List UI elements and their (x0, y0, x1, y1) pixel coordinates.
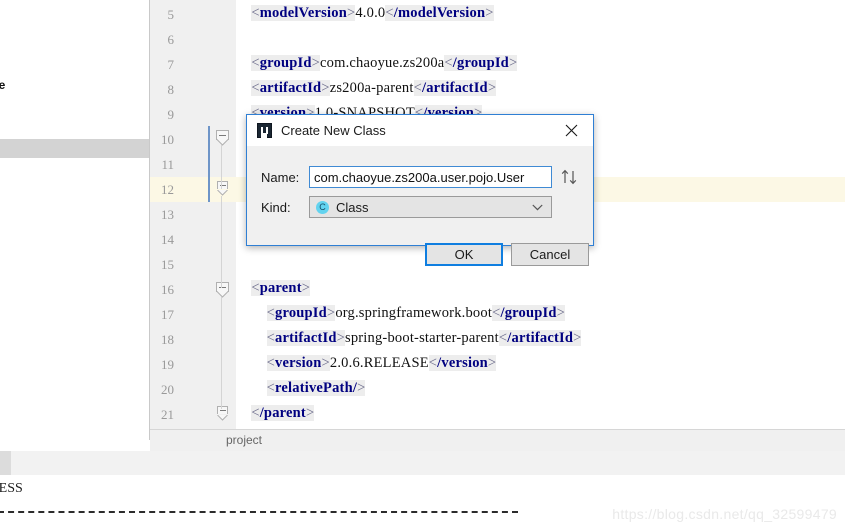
kind-label: Kind: (261, 200, 291, 215)
code-line[interactable]: <parent> (236, 280, 311, 297)
class-name-input[interactable] (309, 166, 552, 188)
watermark-url: https://blog.csdn.net/qq_32599479 (612, 506, 837, 522)
gutter-line-number: 13 (161, 207, 174, 222)
fold-marker-line-16[interactable] (216, 282, 229, 298)
vcs-change-marker[interactable] (208, 126, 210, 202)
project-tool-window[interactable]: ce (0, 0, 150, 440)
gutter-line-number: 8 (167, 82, 175, 97)
code-line[interactable]: <groupId>org.springframework.boot</group… (236, 305, 565, 322)
class-icon: C (316, 200, 329, 214)
ok-button[interactable]: OK (425, 243, 503, 266)
tool-window-strip (0, 451, 845, 475)
fold-marker-line-21[interactable] (217, 406, 228, 421)
cancel-button[interactable]: Cancel (511, 243, 589, 266)
fold-region-line-10 (221, 145, 222, 189)
code-line[interactable]: <version>2.0.6.RELEASE</version> (236, 355, 497, 372)
code-line[interactable]: <artifactId>spring-boot-starter-parent</… (236, 330, 582, 347)
gutter-line-number: 21 (161, 407, 174, 422)
fold-region-line-16 (221, 297, 222, 409)
fold-marker-line-10[interactable] (216, 130, 229, 146)
gutter-line-number: 16 (161, 282, 174, 297)
gutter-line-number: 11 (161, 157, 174, 172)
code-line[interactable]: <artifactId>zs200a-parent</artifactId> (236, 80, 497, 97)
code-line[interactable]: </parent> (236, 405, 315, 422)
project-tree-selected-row[interactable] (0, 139, 149, 158)
kind-field-label-row: Kind: (261, 200, 291, 215)
gutter-line-number: 15 (161, 257, 174, 272)
gutter-line-number: 14 (161, 232, 174, 247)
project-tree-clipped-label: ce (0, 78, 5, 92)
kind-selected-value: Class (336, 199, 369, 215)
create-new-class-dialog[interactable]: Create New Class Name: Kind: (246, 114, 594, 266)
code-line[interactable]: <relativePath/> (236, 380, 366, 397)
dialog-body: Name: Kind: C Class OK (247, 146, 593, 266)
code-line[interactable]: <modelVersion>4.0.0</modelVersion> (236, 5, 494, 22)
tool-window-strip-handle[interactable] (0, 451, 11, 475)
gutter-line-number: 5 (167, 7, 175, 22)
breadcrumb-item-project[interactable]: project (226, 433, 262, 447)
dialog-title: Create New Class (281, 123, 386, 138)
code-line[interactable]: <groupId>com.chaoyue.zs200a</groupId> (236, 55, 518, 72)
chevron-down-icon[interactable] (532, 204, 543, 211)
gutter-line-number: 12 (161, 182, 174, 197)
gutter-line-number: 17 (161, 307, 174, 322)
class-icon-letter: C (319, 201, 326, 212)
kind-select[interactable]: C Class (309, 196, 552, 218)
close-icon[interactable] (549, 115, 593, 146)
name-field-label-row: Name: (261, 170, 299, 185)
ide-window: ce 5 6 7 8 9 10 11 12 13 14 15 16 17 18 19 20 21 (0, 0, 845, 530)
gutter-line-number: 9 (167, 107, 175, 122)
fold-region-line-12 (221, 196, 222, 288)
gutter-line-number: 18 (161, 332, 174, 347)
console-output-line: CCESS (0, 481, 23, 496)
intellij-idea-icon (257, 123, 272, 138)
gutter-line-number: 7 (167, 57, 175, 72)
gutter-line-number: 10 (161, 132, 174, 147)
up-down-arrows-icon[interactable] (560, 167, 580, 187)
fold-marker-line-12[interactable] (217, 181, 228, 196)
editor-gutter[interactable]: 5 6 7 8 9 10 11 12 13 14 15 16 17 18 19 20 21 (150, 0, 236, 429)
breadcrumb-bar: project (150, 429, 845, 451)
gutter-line-number: 19 (161, 357, 174, 372)
console-separator-rule (0, 511, 518, 513)
gutter-line-number: 6 (167, 32, 175, 47)
gutter-line-number: 20 (161, 382, 174, 397)
name-label: Name: (261, 170, 300, 185)
dialog-titlebar[interactable]: Create New Class (247, 115, 593, 146)
